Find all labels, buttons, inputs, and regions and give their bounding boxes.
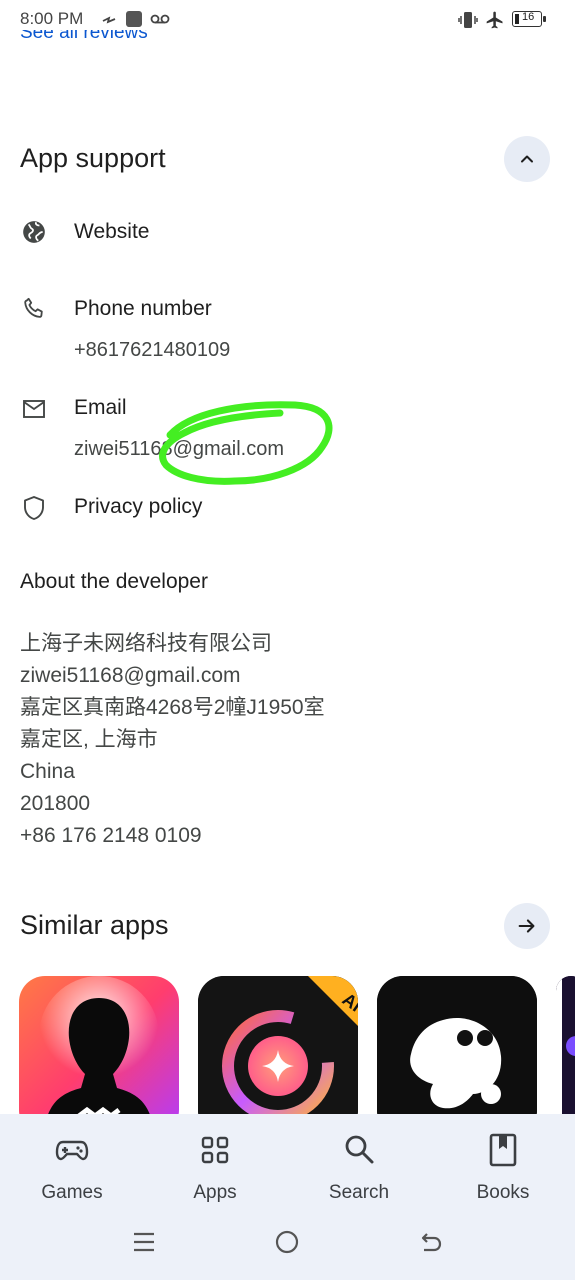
battery-level: 16 <box>522 11 535 23</box>
privacy-policy-link[interactable]: Privacy policy <box>74 495 202 519</box>
see-all-reviews-link[interactable]: See all reviews <box>20 30 148 52</box>
status-time: 8:00 PM <box>20 9 84 28</box>
phone-number-value[interactable]: +8617621480109 <box>74 339 230 362</box>
back-icon[interactable] <box>419 1230 443 1254</box>
similar-app-tile[interactable]: AI <box>198 976 358 1136</box>
app-icon-partial <box>556 976 575 1136</box>
collapse-app-support-button[interactable] <box>504 136 550 182</box>
email-label[interactable]: Email <box>74 396 127 420</box>
similar-app-tile[interactable] <box>19 976 179 1136</box>
nav-games[interactable]: Games <box>12 1114 132 1224</box>
nav-books-label: Books <box>476 1182 530 1203</box>
recent-apps-icon[interactable] <box>132 1230 156 1254</box>
gamepad-icon <box>55 1140 89 1161</box>
highlight-scribble <box>159 401 333 485</box>
developer-email[interactable]: ziwei51168@gmail.com <box>20 660 325 692</box>
similar-app-tile[interactable] <box>377 976 537 1136</box>
website-link[interactable]: Website <box>74 220 149 244</box>
app-support-title: App support <box>20 143 166 173</box>
nav-books[interactable]: Books <box>443 1114 563 1224</box>
nav-apps[interactable]: Apps <box>155 1114 275 1224</box>
developer-company: 上海子未网络科技有限公司 <box>20 632 272 655</box>
arrow-right-icon <box>518 919 535 933</box>
nav-search-label: Search <box>328 1182 390 1203</box>
similar-apps-more-button[interactable] <box>504 903 550 949</box>
about-developer-title: About the developer <box>20 570 208 593</box>
developer-street: 嘉定区真南路4268号2幢J1950室 <box>20 696 325 719</box>
shield-icon <box>20 494 48 522</box>
developer-phone[interactable]: +86 176 2148 0109 <box>20 820 325 852</box>
nav-apps-label: Apps <box>193 1182 237 1203</box>
notification-app-icon <box>126 11 142 27</box>
home-icon[interactable] <box>275 1230 299 1254</box>
apps-grid-icon <box>201 1136 229 1164</box>
developer-postcode: 201800 <box>20 792 91 815</box>
vibrate-icon <box>458 12 478 28</box>
book-icon <box>489 1133 517 1167</box>
developer-country: China <box>20 760 75 783</box>
developer-details: 上海子未网络科技有限公司 ziwei51168@gmail.com 嘉定区真南路… <box>20 628 325 852</box>
developer-district: 嘉定区, 上海市 <box>20 728 158 751</box>
app-icon-ai-camera: AI <box>198 976 358 1136</box>
phone-number-label[interactable]: Phone number <box>74 297 212 321</box>
battery-indicator: 16 <box>512 11 546 27</box>
nav-search[interactable]: Search <box>299 1114 419 1224</box>
search-icon <box>345 1135 374 1164</box>
globe-icon <box>20 218 48 246</box>
chevron-up-icon <box>521 155 533 163</box>
similar-app-tile[interactable] <box>556 976 575 1136</box>
app-icon-avatar <box>19 976 179 1136</box>
bottom-navigation: Games Apps Search Books <box>0 1114 575 1280</box>
nav-games-label: Games <box>41 1182 103 1203</box>
airplane-mode-icon <box>486 11 503 29</box>
similar-apps-title: Similar apps <box>20 910 169 940</box>
app-icon-ghost <box>377 976 537 1136</box>
voicemail-icon <box>150 14 170 24</box>
phone-icon <box>20 294 48 322</box>
mail-icon <box>20 395 48 423</box>
charging-icon <box>102 16 116 24</box>
